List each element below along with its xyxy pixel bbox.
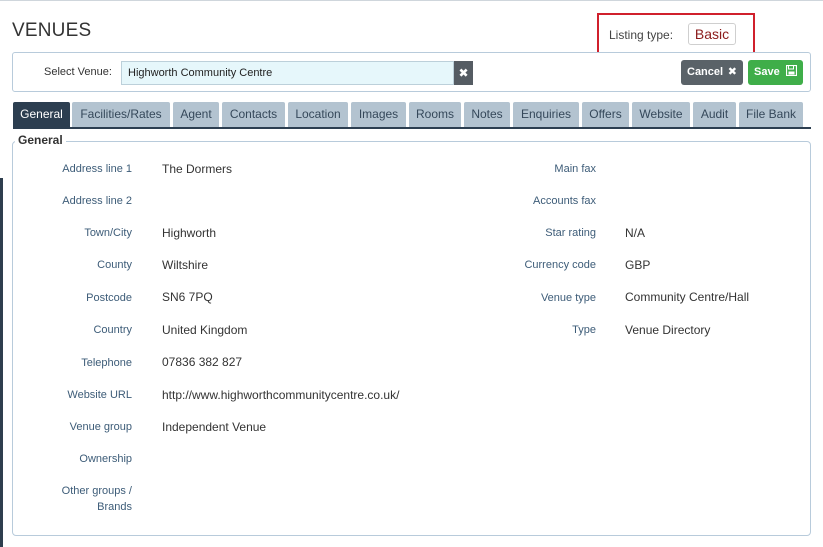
- cancel-button[interactable]: Cancel ✖: [681, 60, 743, 85]
- other-groups-label-line2: Brands: [97, 501, 132, 513]
- close-icon: ✖: [727, 66, 737, 78]
- accounts-fax-label: Accounts fax: [533, 195, 596, 207]
- tab-website[interactable]: Website: [632, 102, 690, 127]
- save-label: Save: [754, 66, 780, 78]
- save-button[interactable]: Save: [748, 60, 803, 85]
- tab-notes[interactable]: Notes: [464, 102, 510, 127]
- main-fax-label: Main fax: [554, 163, 596, 175]
- currency-code-label: Currency code: [524, 259, 596, 271]
- town-city-label: Town/City: [84, 227, 132, 239]
- tab-general[interactable]: General: [13, 102, 70, 127]
- telephone-label: Telephone: [81, 357, 132, 369]
- general-legend: General: [15, 133, 66, 147]
- tab-location[interactable]: Location: [288, 102, 348, 127]
- venue-type-value: Community Centre/Hall: [625, 290, 750, 304]
- venue-select-panel: Select Venue: Highworth Community Centre…: [12, 52, 811, 92]
- star-rating-label: Star rating: [545, 227, 596, 239]
- tab-images[interactable]: Images: [351, 102, 406, 127]
- ownership-label: Ownership: [79, 453, 132, 465]
- tab-file-bank[interactable]: File Bank: [739, 102, 803, 127]
- currency-code-value: GBP: [625, 258, 651, 272]
- cancel-label: Cancel: [687, 66, 724, 78]
- floppy-disk-icon: [785, 60, 798, 85]
- listing-type-label: Listing type:: [609, 28, 674, 42]
- venue-group-label: Venue group: [69, 421, 132, 433]
- venue-select-input[interactable]: Highworth Community Centre: [121, 61, 454, 85]
- venue-clear-button[interactable]: ✖: [454, 61, 473, 85]
- tab-agent[interactable]: Agent: [173, 102, 219, 127]
- website-url-label: Website URL: [67, 389, 132, 401]
- county-label: County: [97, 259, 132, 271]
- county-value: Wiltshire: [162, 258, 209, 272]
- type-value: Venue Directory: [625, 323, 711, 337]
- venue-group-value: Independent Venue: [162, 420, 267, 434]
- tab-enquiries[interactable]: Enquiries: [513, 102, 579, 127]
- postcode-value: SN6 7PQ: [162, 290, 213, 304]
- listing-type-box: Listing type: Basic: [597, 13, 755, 55]
- listing-type-value[interactable]: Basic: [688, 23, 736, 45]
- address-line-1-value: The Dormers: [162, 162, 233, 176]
- left-edge-bar: [0, 178, 3, 547]
- top-divider: [0, 0, 823, 1]
- tab-contacts[interactable]: Contacts: [222, 102, 285, 127]
- tab-underline: [13, 127, 811, 129]
- postcode-label: Postcode: [86, 292, 132, 304]
- close-icon: ✖: [458, 66, 469, 80]
- address-line-2-label: Address line 2: [62, 195, 132, 207]
- other-groups-label: Other groups /: [61, 485, 132, 497]
- telephone-value: 07836 382 827: [162, 355, 243, 369]
- tab-offers[interactable]: Offers: [582, 102, 629, 127]
- tab-rooms[interactable]: Rooms: [409, 102, 461, 127]
- type-label: Type: [572, 324, 596, 336]
- tab-facilities-rates[interactable]: Facilities/Rates: [72, 102, 170, 127]
- star-rating-value: N/A: [625, 226, 646, 240]
- town-city-value: Highworth: [162, 226, 217, 240]
- page-title: VENUES: [12, 20, 92, 41]
- website-url-value: http://www.highworthcommunitycentre.co.u…: [162, 388, 400, 402]
- country-label: Country: [93, 324, 132, 336]
- address-line-1-label: Address line 1: [62, 163, 132, 175]
- tab-audit[interactable]: Audit: [693, 102, 736, 127]
- select-venue-label: Select Venue:: [44, 66, 112, 78]
- country-value: United Kingdom: [162, 323, 248, 337]
- venue-type-label: Venue type: [540, 292, 596, 304]
